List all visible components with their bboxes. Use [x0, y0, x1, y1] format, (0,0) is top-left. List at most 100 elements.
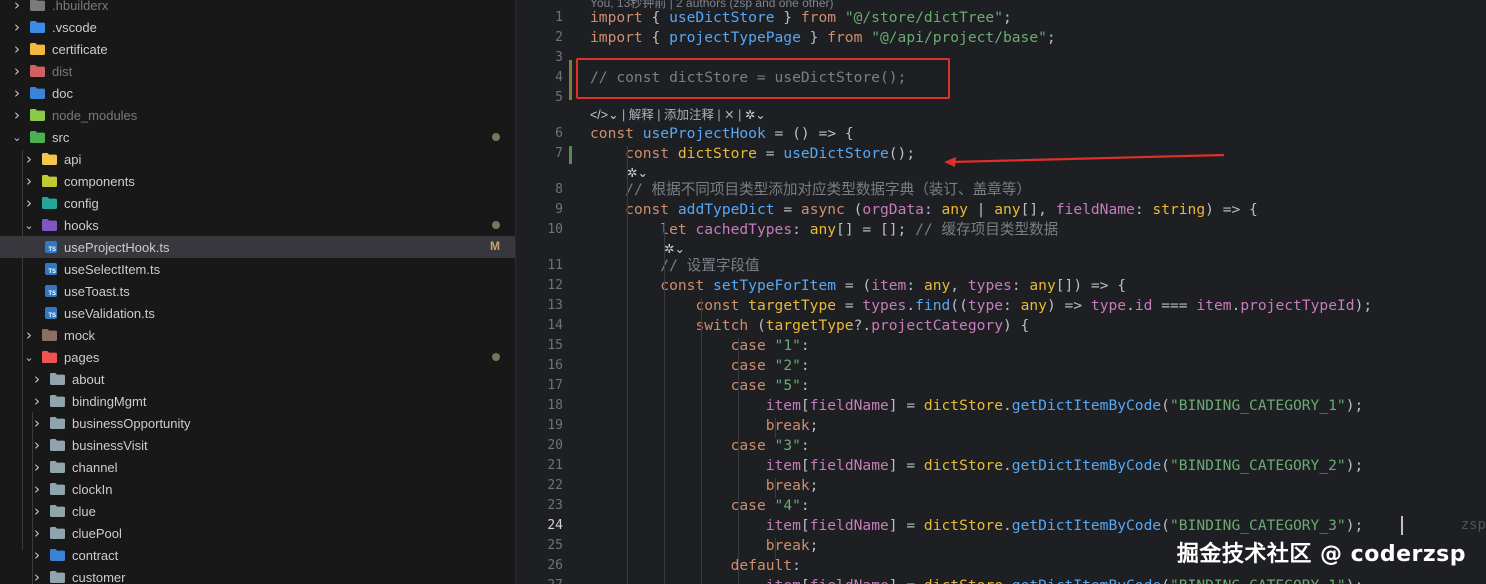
- code-line[interactable]: 1 import { useDictStore } from "@/store/d…: [517, 8, 1486, 28]
- code-line[interactable]: 13 const targetType = types.find((type: …: [517, 296, 1486, 316]
- folder-item[interactable]: › cluePool: [0, 522, 515, 544]
- code-line[interactable]: 19 break;: [517, 416, 1486, 436]
- folder-item[interactable]: › contract: [0, 544, 515, 566]
- chevron-right-icon[interactable]: ›: [30, 370, 44, 388]
- folder-item[interactable]: › config: [0, 192, 515, 214]
- ai-hint-bar[interactable]: </>⌄ | 解释 | 添加注释 | ✕ | ✲⌄: [590, 106, 766, 124]
- code-line[interactable]: 27 item[fieldName] = dictStore.getDictIt…: [517, 576, 1486, 584]
- hint-actions[interactable]: | 解释 | 添加注释 | ✕ |: [622, 108, 741, 122]
- folder-item[interactable]: › about: [0, 368, 515, 390]
- folder-item[interactable]: › components: [0, 170, 515, 192]
- code-line[interactable]: 12 const setTypeForItem = (item: any, ty…: [517, 276, 1486, 296]
- chevron-right-icon[interactable]: ›: [10, 0, 24, 14]
- code-line[interactable]: 9 const addTypeDict = async (orgData: an…: [517, 200, 1486, 220]
- code-text[interactable]: const useProjectHook = () => {: [590, 124, 854, 144]
- code-text[interactable]: import { projectTypePage } from "@/api/p…: [590, 28, 1056, 48]
- modified-dot: [492, 221, 500, 229]
- code-text[interactable]: case "2":: [590, 356, 810, 376]
- folder-item[interactable]: › clockIn: [0, 478, 515, 500]
- code-text[interactable]: item[fieldName] = dictStore.getDictItemB…: [590, 516, 1364, 536]
- code-line[interactable]: 10 let cachedTypes: any[] = []; // 缓存项目类…: [517, 220, 1486, 240]
- code-line[interactable]: 2 import { projectTypePage } from "@/api/…: [517, 28, 1486, 48]
- code-text[interactable]: case "5":: [590, 376, 810, 396]
- chevron-right-icon[interactable]: ›: [22, 172, 36, 190]
- inline-blame-ghost: zsp: [1460, 517, 1486, 533]
- code-line[interactable]: 11 // 设置字段值: [517, 256, 1486, 276]
- code-line[interactable]: 18 item[fieldName] = dictStore.getDictIt…: [517, 396, 1486, 416]
- code-text[interactable]: const targetType = types.find((type: any…: [590, 296, 1372, 316]
- code-line[interactable]: 15 case "1":: [517, 336, 1486, 356]
- code-text[interactable]: item[fieldName] = dictStore.getDictItemB…: [590, 456, 1364, 476]
- code-text[interactable]: switch (targetType?.projectCategory) {: [590, 316, 1029, 336]
- folder-item[interactable]: › businessVisit: [0, 434, 515, 456]
- folder-item[interactable]: › channel: [0, 456, 515, 478]
- folder-item[interactable]: › api: [0, 148, 515, 170]
- folder-item[interactable]: › mock: [0, 324, 515, 346]
- code-token: :: [800, 357, 810, 374]
- code-token: ] =: [888, 457, 924, 474]
- chevron-right-icon[interactable]: ›: [30, 392, 44, 410]
- ai-assistant-icon[interactable]: ✲⌄: [627, 164, 648, 182]
- file-item[interactable]: TS useToast.ts: [0, 280, 515, 302]
- code-text[interactable]: case "1":: [590, 336, 810, 356]
- folder-item[interactable]: › businessOpportunity: [0, 412, 515, 434]
- folder-item[interactable]: ⌄ pages: [0, 346, 515, 368]
- code-text[interactable]: item[fieldName] = dictStore.getDictItemB…: [590, 576, 1364, 584]
- chevron-down-icon[interactable]: ⌄: [22, 351, 36, 364]
- code-text[interactable]: // 设置字段值: [590, 256, 759, 276]
- file-item[interactable]: TS useProjectHook.ts M: [0, 236, 515, 258]
- code-lens-icon[interactable]: </>⌄: [590, 108, 619, 122]
- code-text[interactable]: import { useDictStore } from "@/store/di…: [590, 8, 1012, 28]
- code-text[interactable]: // 根据不同项目类型添加对应类型数据字典（装订、盖章等）: [590, 180, 1031, 200]
- code-line[interactable]: 24 item[fieldName] = dictStore.getDictIt…: [517, 516, 1486, 536]
- chevron-down-icon[interactable]: ⌄: [22, 219, 36, 232]
- ai-assistant-icon[interactable]: ✲⌄: [745, 108, 766, 122]
- chevron-right-icon[interactable]: ›: [22, 326, 36, 344]
- code-text[interactable]: case "4":: [590, 496, 810, 516]
- folder-item[interactable]: ⌄ src: [0, 126, 515, 148]
- code-text[interactable]: break;: [590, 536, 819, 556]
- folder-item[interactable]: › .hbuilderx: [0, 0, 515, 16]
- chevron-right-icon[interactable]: ›: [10, 18, 24, 36]
- code-text[interactable]: const setTypeForItem = (item: any, types…: [590, 276, 1126, 296]
- code-text[interactable]: let cachedTypes: any[] = []; // 缓存项目类型数据: [590, 220, 1058, 240]
- code-line[interactable]: 20 case "3":: [517, 436, 1486, 456]
- code-line[interactable]: 21 item[fieldName] = dictStore.getDictIt…: [517, 456, 1486, 476]
- folder-item[interactable]: › bindingMgmt: [0, 390, 515, 412]
- chevron-right-icon[interactable]: ›: [22, 150, 36, 168]
- code-line[interactable]: 17 case "5":: [517, 376, 1486, 396]
- file-item[interactable]: TS useSelectItem.ts: [0, 258, 515, 280]
- folder-item[interactable]: ⌄ hooks: [0, 214, 515, 236]
- ai-assistant-icon[interactable]: ✲⌄: [664, 240, 685, 258]
- code-line[interactable]: 22 break;: [517, 476, 1486, 496]
- folder-item[interactable]: › dist: [0, 60, 515, 82]
- code-token: .: [1003, 397, 1012, 414]
- code-line[interactable]: 7 const dictStore = useDictStore();: [517, 144, 1486, 164]
- chevron-right-icon[interactable]: ›: [10, 40, 24, 58]
- code-line[interactable]: 8 // 根据不同项目类型添加对应类型数据字典（装订、盖章等）: [517, 180, 1486, 200]
- chevron-right-icon[interactable]: ›: [10, 84, 24, 102]
- code-text[interactable]: const addTypeDict = async (orgData: any …: [590, 200, 1258, 220]
- folder-item[interactable]: › certificate: [0, 38, 515, 60]
- folder-item[interactable]: › clue: [0, 500, 515, 522]
- code-text[interactable]: default:: [590, 556, 801, 576]
- folder-item[interactable]: › customer: [0, 566, 515, 584]
- code-line[interactable]: 14 switch (targetType?.projectCategory) …: [517, 316, 1486, 336]
- code-token: .: [1003, 457, 1012, 474]
- code-line[interactable]: 16 case "2":: [517, 356, 1486, 376]
- file-item[interactable]: TS useValidation.ts: [0, 302, 515, 324]
- chevron-right-icon[interactable]: ›: [22, 194, 36, 212]
- code-text[interactable]: break;: [590, 476, 819, 496]
- chevron-down-icon[interactable]: ⌄: [10, 131, 24, 144]
- folder-item[interactable]: › node_modules: [0, 104, 515, 126]
- code-text[interactable]: break;: [590, 416, 819, 436]
- code-line[interactable]: 6 const useProjectHook = () => {: [517, 124, 1486, 144]
- code-line[interactable]: 23 case "4":: [517, 496, 1486, 516]
- code-text[interactable]: const dictStore = useDictStore();: [590, 144, 915, 164]
- code-text[interactable]: item[fieldName] = dictStore.getDictItemB…: [590, 396, 1364, 416]
- folder-item[interactable]: › .vscode: [0, 16, 515, 38]
- chevron-right-icon[interactable]: ›: [10, 106, 24, 124]
- code-text[interactable]: case "3":: [590, 436, 810, 456]
- folder-item[interactable]: › doc: [0, 82, 515, 104]
- chevron-right-icon[interactable]: ›: [10, 62, 24, 80]
